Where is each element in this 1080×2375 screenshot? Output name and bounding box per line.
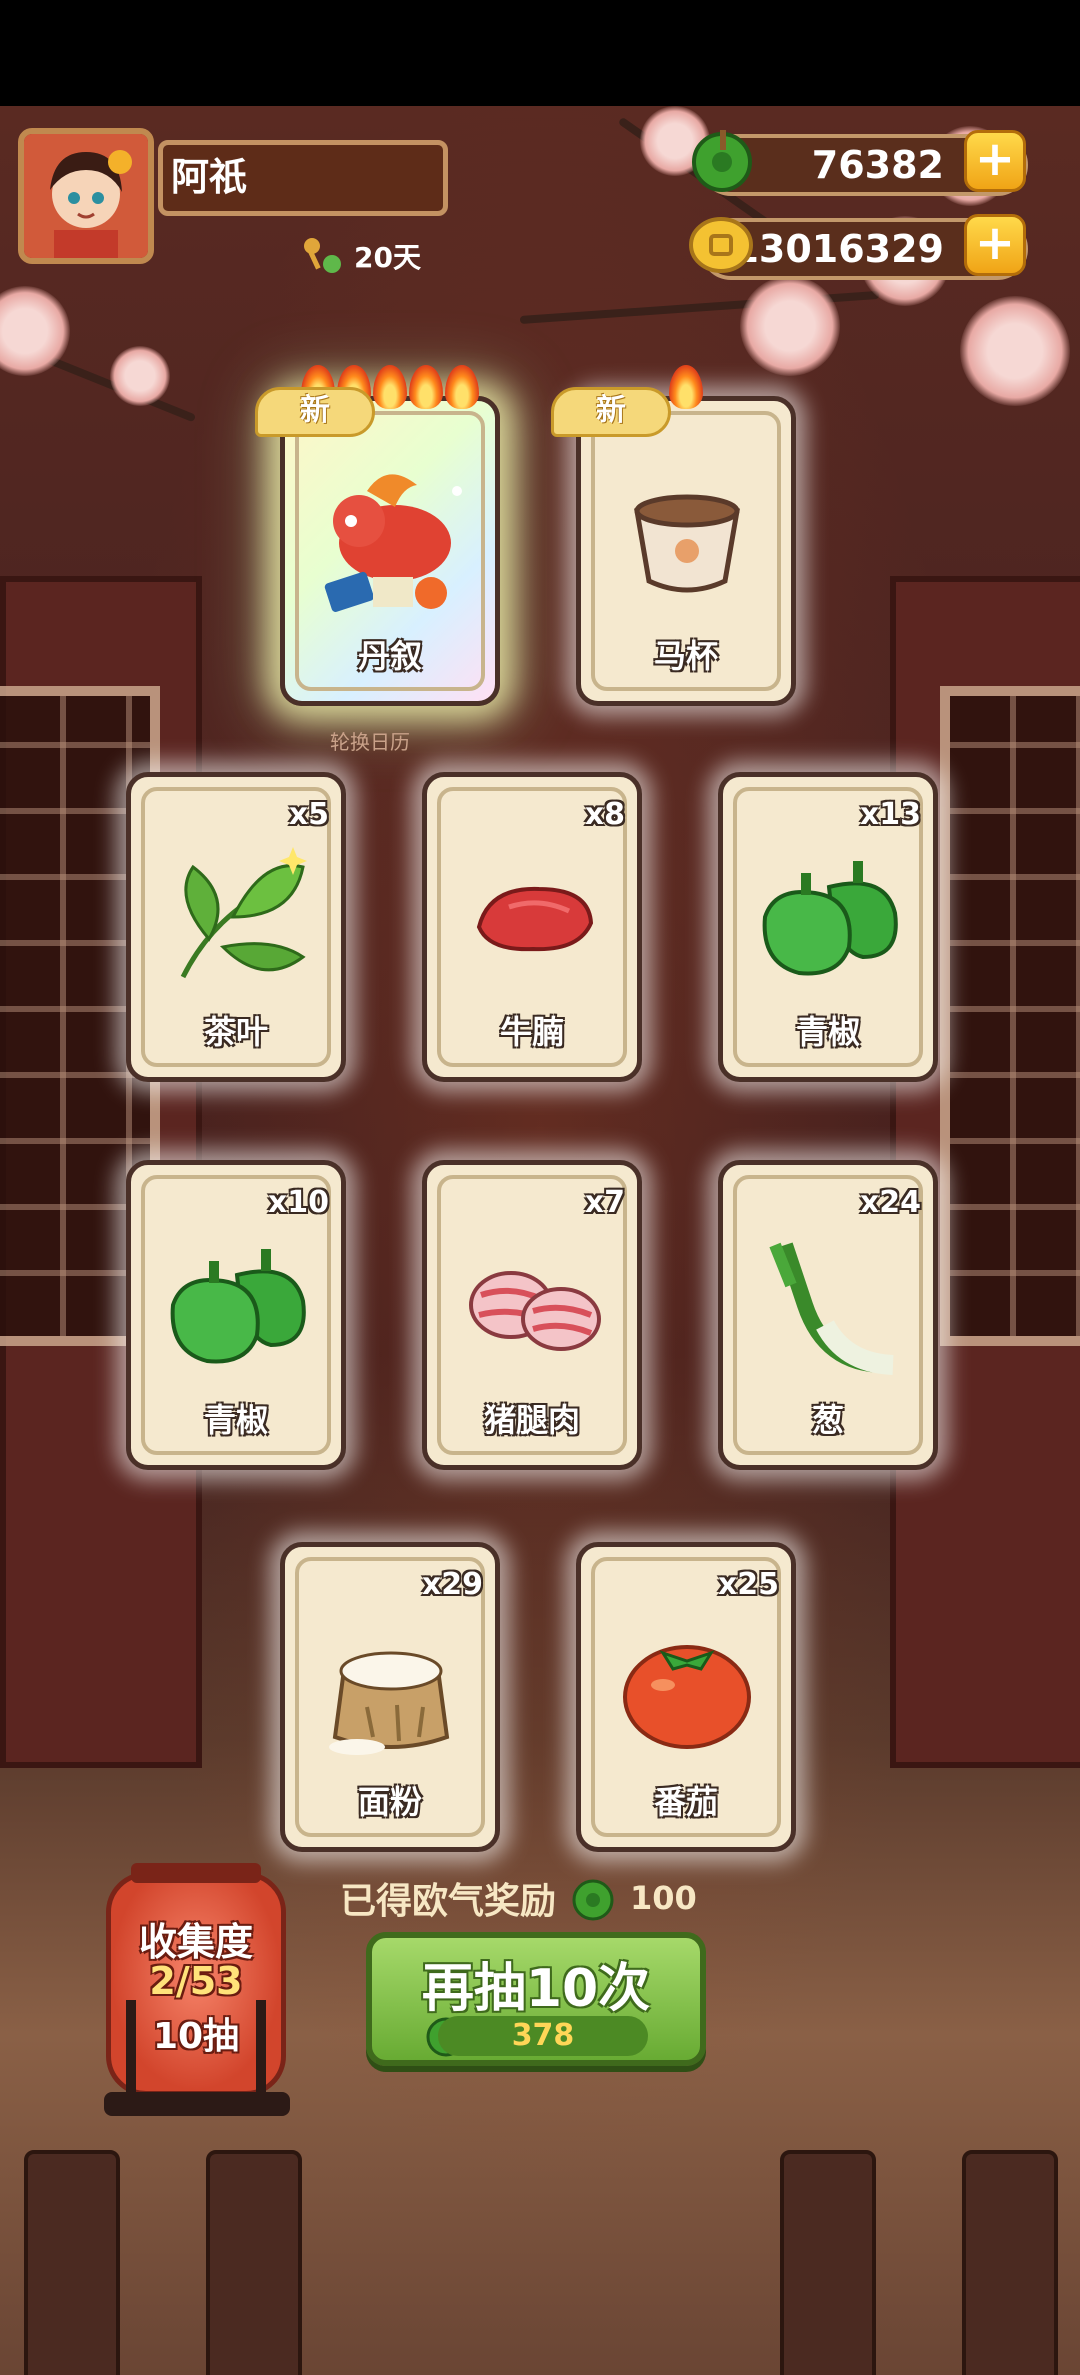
draw-again-button[interactable]: 再抽10次 378 <box>366 1932 706 2066</box>
new-tag: 新 <box>255 387 375 437</box>
item-card[interactable]: x10 青椒 <box>126 1160 346 1470</box>
tomato-icon <box>623 1645 751 1749</box>
card-label: 青椒 <box>203 1401 268 1439</box>
featured-card[interactable]: 新 丹叙 <box>255 365 500 706</box>
green-pepper-icon <box>170 1249 306 1364</box>
card-label: 猪腿肉 <box>483 1401 580 1439</box>
add-coins-button[interactable]: + <box>964 214 1026 276</box>
lantern-stand <box>104 2092 290 2116</box>
days-label: 20天 <box>354 241 421 274</box>
flame-icon <box>445 365 479 409</box>
card-label: 青椒 <box>795 1013 860 1051</box>
flame-icon <box>373 365 407 409</box>
card-label: 葱 <box>811 1401 844 1439</box>
lantern-pole <box>256 2000 266 2096</box>
floor-post <box>206 2150 302 2375</box>
days-counter: 20天 <box>300 234 421 278</box>
reward-text: 已得欧气奖励 <box>340 1881 557 1922</box>
floor-post <box>24 2150 120 2375</box>
flour-sack-icon <box>329 1651 450 1755</box>
new-tag: 新 <box>551 387 671 437</box>
item-card[interactable]: x5 茶叶 <box>126 772 346 1082</box>
jade-coin-icon <box>572 1879 614 1921</box>
item-card[interactable]: x29 面粉 <box>280 1542 500 1852</box>
flame-icon <box>669 365 703 409</box>
red-beast-icon <box>324 474 462 612</box>
beef-icon <box>476 886 594 952</box>
draw-cost: 378 <box>438 2016 648 2056</box>
card-label: 牛腩 <box>499 1013 564 1051</box>
add-jade-button[interactable]: + <box>964 130 1026 192</box>
pork-icon <box>469 1271 601 1351</box>
item-card[interactable]: x7 猪腿肉 <box>422 1160 642 1470</box>
tea-leaf-icon <box>180 847 307 979</box>
reward-amount: 100 <box>630 1879 697 1917</box>
draw-button-label: 再抽10次 <box>421 1959 651 2019</box>
status-bar <box>0 0 1080 106</box>
rotation-calendar-label: 轮换日历 <box>330 730 410 754</box>
floor-post <box>962 2150 1058 2375</box>
item-card[interactable]: x24 葱 <box>718 1160 938 1470</box>
flame-icon <box>409 365 443 409</box>
item-card[interactable]: x13 青椒 <box>718 772 938 1082</box>
jade-coin-icon <box>692 130 752 192</box>
item-card[interactable]: x25 番茄 <box>576 1542 796 1852</box>
reward-info: 已得欧气奖励 100 <box>340 1870 697 1926</box>
card-label: 马杯 <box>653 637 718 675</box>
card-label: 番茄 <box>653 1783 718 1821</box>
blossom-icon <box>110 346 170 406</box>
floor-post <box>780 2150 876 2375</box>
gold-coin-icon <box>689 217 753 273</box>
item-card[interactable]: x8 牛腩 <box>422 772 642 1082</box>
lantern-cap <box>131 1863 261 1883</box>
player-avatar[interactable] <box>18 128 154 264</box>
blossom-icon <box>740 276 840 376</box>
card-label: 茶叶 <box>203 1013 268 1051</box>
card-label: 面粉 <box>357 1783 422 1821</box>
lantern-pole <box>126 2000 136 2096</box>
scallion-icon <box>769 1242 894 1375</box>
green-pepper-icon <box>762 861 898 976</box>
collection-title: 收集度 <box>138 1920 253 1964</box>
blossom-icon <box>960 296 1070 406</box>
collection-progress: 2/53 <box>149 1959 243 2003</box>
card-label: 丹叙 <box>357 637 422 675</box>
cup-icon <box>634 494 740 593</box>
player-name: 阿祇 <box>158 140 448 216</box>
featured-card[interactable]: 新 马杯 <box>551 365 796 706</box>
sprout-key-icon <box>304 238 341 273</box>
right-lattice-window <box>940 686 1080 1346</box>
